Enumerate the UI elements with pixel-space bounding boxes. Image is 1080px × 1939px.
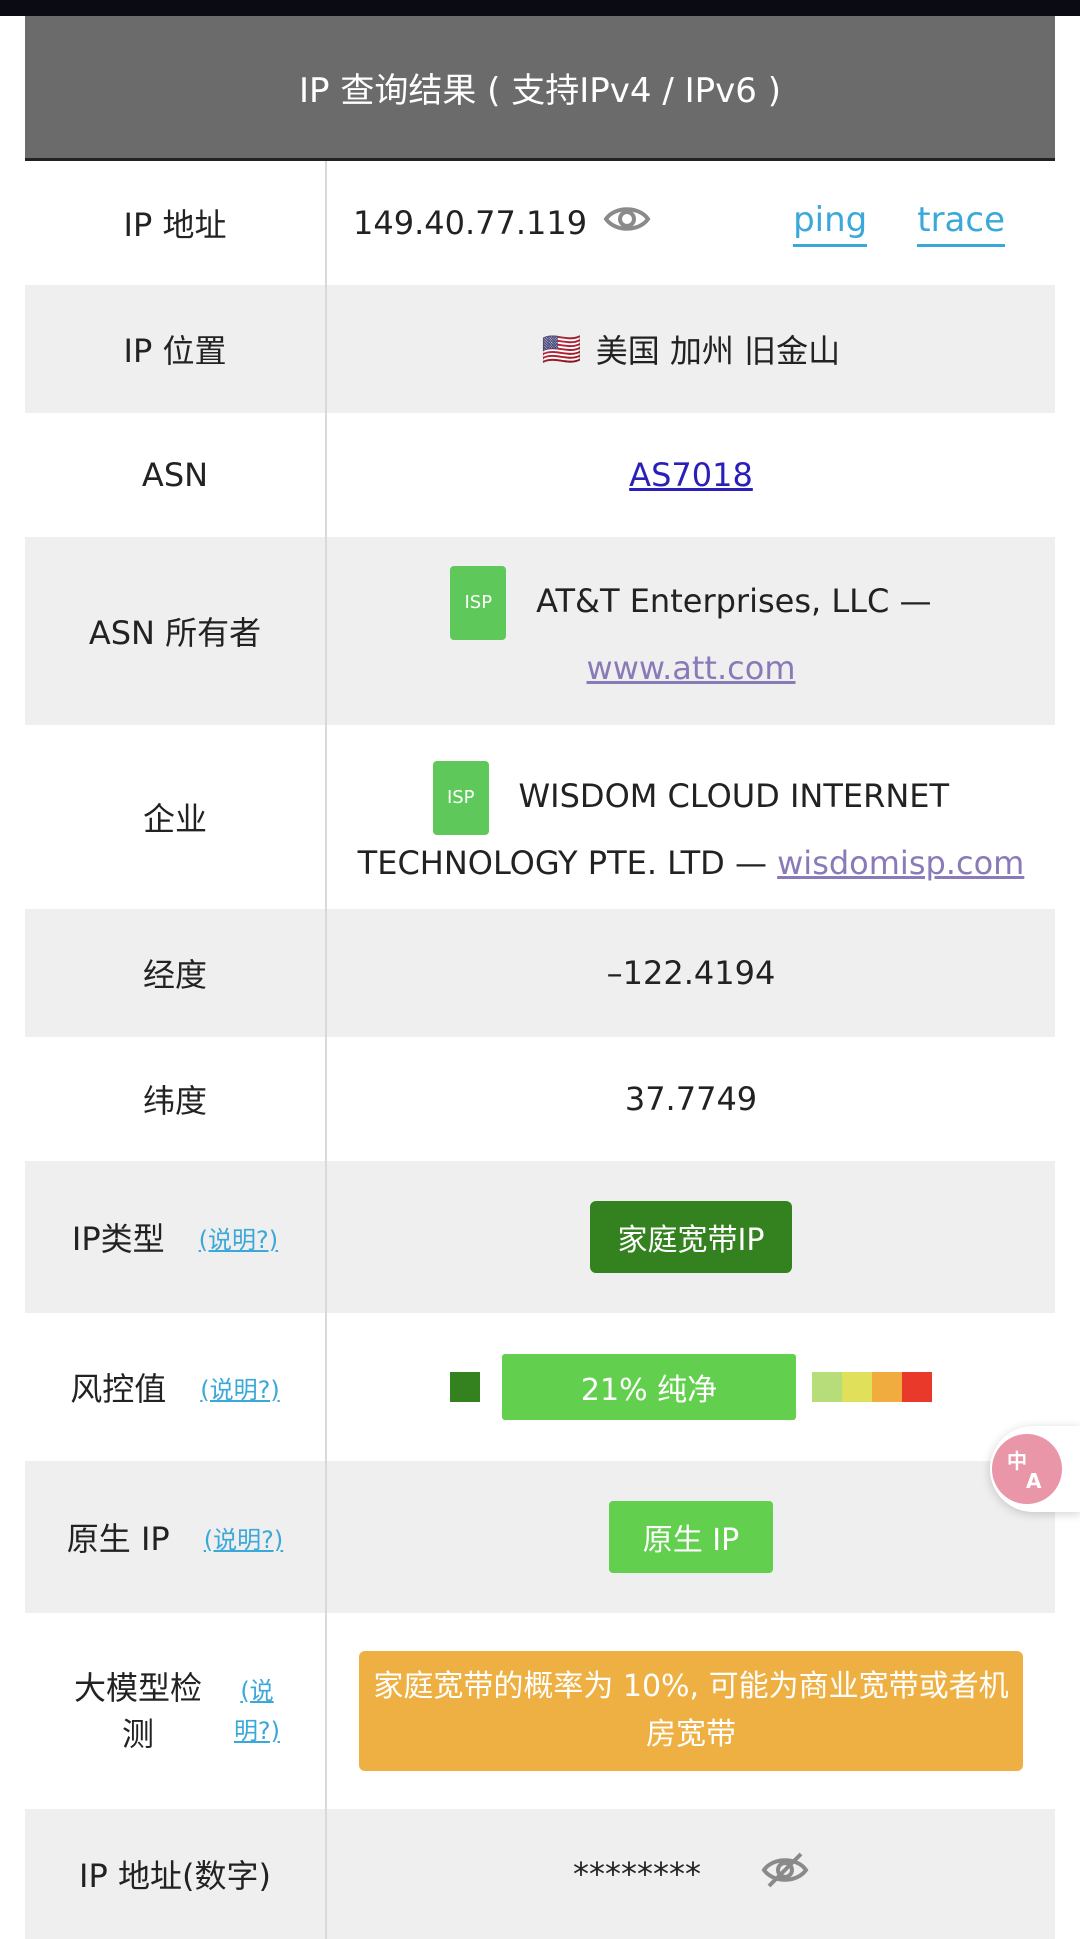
status-bar — [0, 0, 1080, 16]
row-asn: ASN AS7018 — [25, 413, 1055, 537]
ip-type-badge: 家庭宽带IP — [589, 1201, 793, 1273]
row-risk-label: 风控值 (说明?) — [25, 1313, 327, 1461]
risk-scale-segment-3 — [872, 1372, 902, 1402]
isp-badge: ISP — [450, 566, 507, 640]
translate-icon: 中 A — [992, 1434, 1062, 1504]
svg-text:中: 中 — [1007, 1449, 1027, 1473]
risk-help-link[interactable]: (说明?) — [200, 1370, 279, 1405]
row-llm-value: 家庭宽带的概率为 10%, 可能为商业宽带或者机房宽带 — [327, 1613, 1055, 1809]
llm-result-box: 家庭宽带的概率为 10%, 可能为商业宽带或者机房宽带 — [359, 1651, 1023, 1771]
row-asn-value: AS7018 — [327, 413, 1055, 537]
row-native: 原生 IP (说明?) 原生 IP — [25, 1461, 1055, 1613]
company-link[interactable]: wisdomisp.com — [777, 844, 1024, 882]
row-company-value: ISP WISDOM CLOUD INTERNET TECHNOLOGY PTE.… — [327, 725, 1055, 909]
llm-help-link[interactable]: (说明?) — [232, 1671, 282, 1751]
row-ip-value: 149.40.77.119 ping trace — [327, 161, 1055, 285]
eye-off-icon[interactable] — [761, 1850, 809, 1898]
page-title: IP 查询结果 ( 支持IPv4 / IPv6 ) — [25, 16, 1055, 161]
trace-link[interactable]: trace — [917, 200, 1005, 247]
asn-link[interactable]: AS7018 — [629, 456, 753, 494]
ip-address-text: 149.40.77.119 — [353, 204, 588, 242]
ip-tools: ping trace — [793, 200, 1005, 247]
row-latitude-label: 纬度 — [25, 1037, 327, 1161]
llm-label-text: 大模型检测 — [73, 1669, 202, 1753]
asn-owner-link[interactable]: www.att.com — [587, 649, 796, 687]
native-label-text: 原生 IP — [66, 1520, 170, 1558]
row-llm: 大模型检测 (说明?) 家庭宽带的概率为 10%, 可能为商业宽带或者机房宽带 — [25, 1613, 1055, 1809]
row-ip: IP 地址 149.40.77.119 ping trace — [25, 161, 1055, 285]
isp-badge: ISP — [432, 761, 489, 835]
row-location-label: IP 位置 — [25, 285, 327, 413]
risk-scale — [812, 1372, 932, 1402]
risk-meter: 21% 纯净 — [450, 1354, 932, 1420]
latitude-value: 37.7749 — [624, 1080, 758, 1118]
ping-link[interactable]: ping — [793, 200, 868, 247]
svg-text:A: A — [1026, 1469, 1042, 1492]
risk-scale-segment-4 — [902, 1372, 932, 1402]
row-risk-value: 21% 纯净 — [327, 1313, 1055, 1461]
row-company: 企业 ISP WISDOM CLOUD INTERNET TECHNOLOGY P… — [25, 725, 1055, 909]
native-help-link[interactable]: (说明?) — [204, 1520, 283, 1555]
row-native-value: 原生 IP — [327, 1461, 1055, 1613]
row-location: IP 位置 🇺🇸 美国 加州 旧金山 — [25, 285, 1055, 413]
risk-scale-segment-1 — [812, 1372, 842, 1402]
risk-label-text: 风控值 — [70, 1370, 167, 1408]
longitude-value: –122.4194 — [606, 954, 776, 992]
page-title-text: IP 查询结果 ( 支持IPv4 / IPv6 ) — [299, 70, 781, 111]
row-asn-label: ASN — [25, 413, 327, 537]
ip-result-card: IP 查询结果 ( 支持IPv4 / IPv6 ) IP 地址 149.40.7… — [25, 16, 1055, 1939]
row-longitude-label: 经度 — [25, 909, 327, 1037]
row-ip-type: IP类型 (说明?) 家庭宽带IP — [25, 1161, 1055, 1313]
ip-numeric-masked: ******** — [573, 1855, 701, 1893]
row-company-label: 企业 — [25, 725, 327, 909]
asn-owner-name: AT&T Enterprises, LLC — — [536, 582, 932, 620]
location-text: 美国 加州 旧金山 — [595, 332, 841, 370]
row-ip-type-label: IP类型 (说明?) — [25, 1161, 327, 1313]
row-native-label: 原生 IP (说明?) — [25, 1461, 327, 1613]
row-ip-type-value: 家庭宽带IP — [327, 1161, 1055, 1313]
row-ip-label: IP 地址 — [25, 161, 327, 285]
row-asn-owner-label: ASN 所有者 — [25, 537, 327, 725]
translate-button[interactable]: 中 A — [990, 1426, 1080, 1512]
row-llm-label: 大模型检测 (说明?) — [25, 1613, 327, 1809]
native-ip-badge: 原生 IP — [608, 1501, 774, 1573]
row-asn-owner-value: ISP AT&T Enterprises, LLC — www.att.com — [327, 537, 1055, 725]
row-latitude: 纬度 37.7749 — [25, 1037, 1055, 1161]
ip-type-help-link[interactable]: (说明?) — [199, 1220, 278, 1255]
ip-type-label-text: IP类型 — [71, 1220, 165, 1258]
eye-icon[interactable] — [603, 203, 651, 243]
risk-score-bar: 21% 纯净 — [502, 1354, 796, 1420]
risk-scale-segment-2 — [842, 1372, 872, 1402]
risk-level-marker — [450, 1372, 480, 1402]
row-asn-owner: ASN 所有者 ISP AT&T Enterprises, LLC — www.a… — [25, 537, 1055, 725]
row-longitude: 经度 –122.4194 — [25, 909, 1055, 1037]
us-flag-icon: 🇺🇸 — [541, 330, 582, 368]
row-risk: 风控值 (说明?) 21% 纯净 — [25, 1313, 1055, 1461]
row-location-value: 🇺🇸 美国 加州 旧金山 — [327, 285, 1055, 413]
